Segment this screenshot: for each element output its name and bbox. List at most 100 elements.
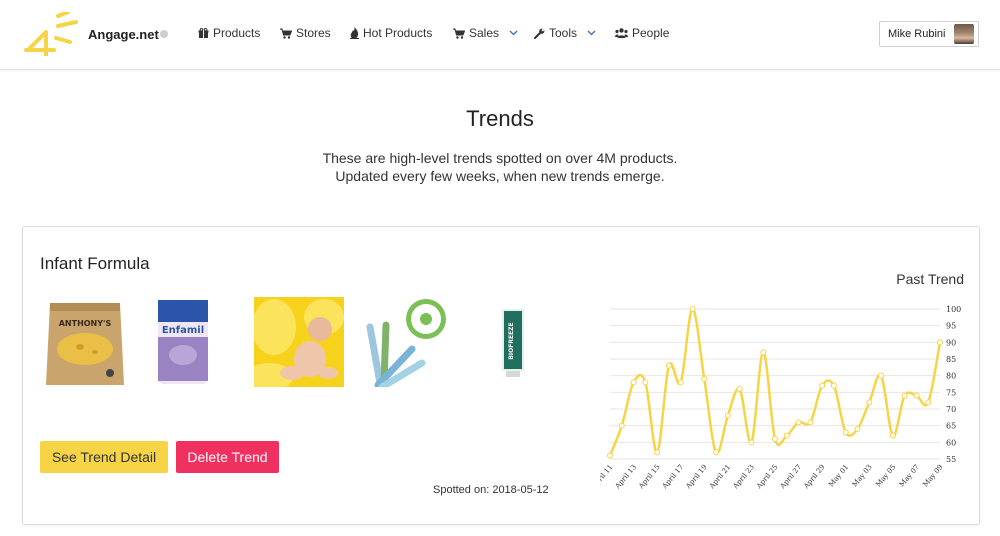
product-thumbnail[interactable]: ANTHONY'S: [40, 297, 130, 387]
chevron-down-icon: [509, 28, 518, 38]
chevron-down-icon: [587, 28, 596, 38]
product-thumbnail[interactable]: [254, 297, 344, 387]
y-tick-label: 95: [946, 322, 956, 331]
y-tick-label: 55: [946, 455, 956, 464]
user-name: Mike Rubini: [888, 28, 946, 40]
nav-stores[interactable]: Stores: [280, 26, 331, 40]
x-tick-label: April 23: [731, 463, 756, 491]
nav-people-label: People: [632, 26, 670, 40]
x-tick-label: April 13: [613, 463, 638, 491]
x-tick-label: April 15: [637, 463, 662, 491]
x-tick-label: April 25: [754, 463, 779, 491]
nav-products[interactable]: Products: [198, 26, 260, 40]
nav-sales[interactable]: Sales: [453, 26, 518, 40]
subtitle-line-2: Updated every few weeks, when new trends…: [335, 168, 665, 184]
product-image: ANTHONY'S: [46, 303, 124, 385]
data-point: [618, 422, 625, 429]
nav-hot-products-label: Hot Products: [363, 26, 433, 40]
trend-card: Infant Formula ANTHONY'S Enfamil BIOFREE…: [22, 226, 980, 525]
avatar: [954, 24, 974, 44]
data-point: [925, 399, 932, 406]
y-tick-label: 70: [946, 405, 956, 414]
data-point: [689, 306, 696, 312]
flame-icon: [350, 27, 359, 39]
subtitle-line-1: These are high-level trends spotted on o…: [322, 150, 678, 166]
spotted-date: Spotted on: 2018-05-12: [433, 484, 549, 496]
data-point: [819, 382, 826, 389]
product-thumbnail[interactable]: [360, 297, 450, 387]
y-tick-label: 80: [946, 372, 956, 381]
series-line: [608, 307, 942, 457]
gift-icon: [198, 27, 209, 39]
nav-tools[interactable]: Tools: [534, 26, 596, 40]
data-point: [665, 362, 672, 369]
product-thumbnail[interactable]: Enfamil: [138, 297, 228, 387]
x-tick-label: April 19: [684, 463, 709, 491]
trend-chart: 556065707580859095100April 11 April 13 Apr…: [600, 305, 961, 491]
x-tick-label: May 09: [921, 463, 944, 488]
x-tick-label: May 01: [827, 463, 850, 488]
data-point: [654, 449, 661, 456]
data-point: [724, 412, 731, 419]
data-point: [854, 426, 861, 432]
data-point: [866, 399, 873, 406]
data-point: [607, 452, 613, 459]
y-tick-label: 85: [946, 355, 956, 364]
data-point: [760, 349, 767, 356]
y-tick-label: 100: [946, 305, 961, 314]
data-point: [795, 419, 802, 426]
data-point: [901, 392, 908, 399]
logo-icon[interactable]: [24, 12, 82, 56]
product-image: Enfamil: [158, 300, 208, 384]
baby-photo-icon: [254, 297, 344, 387]
see-trend-detail-button[interactable]: See Trend Detail: [40, 441, 168, 473]
data-point: [889, 432, 896, 439]
y-tick-label: 90: [946, 338, 956, 347]
product-label: Enfamil: [162, 325, 204, 336]
data-point: [783, 432, 790, 439]
product-label: BIOFREEZE: [508, 322, 515, 359]
nav-tools-label: Tools: [549, 26, 578, 40]
data-point: [630, 379, 637, 386]
status-dot: [160, 30, 168, 38]
cart-icon: [453, 28, 465, 39]
cart-icon: [280, 28, 292, 39]
nav-hot-products[interactable]: Hot Products: [350, 26, 432, 40]
y-tick-label: 60: [946, 438, 956, 447]
product-label: ANTHONY'S: [59, 319, 112, 328]
nav-stores-label: Stores: [296, 26, 331, 40]
page-subtitle: These are high-level trends spotted on o…: [0, 149, 1000, 185]
x-tick-label: April 11: [600, 463, 615, 491]
trend-name: Infant Formula: [40, 254, 150, 273]
page-title: Trends: [466, 106, 534, 131]
data-point: [937, 339, 943, 346]
data-point: [736, 386, 743, 392]
x-tick-label: April 27: [778, 463, 803, 491]
data-point: [830, 382, 837, 389]
data-point: [878, 372, 885, 379]
brand-name[interactable]: Angage.net: [88, 27, 159, 42]
nav-sales-label: Sales: [469, 26, 500, 40]
y-tick-label: 65: [946, 422, 956, 431]
x-tick-label: May 03: [851, 463, 874, 488]
data-point: [913, 392, 920, 399]
y-tick-label: 75: [946, 388, 956, 397]
nav-products-label: Products: [213, 26, 261, 40]
x-tick-label: May 05: [874, 463, 897, 488]
data-point: [713, 449, 720, 456]
data-point: [701, 376, 708, 382]
nav-people[interactable]: People: [615, 26, 669, 40]
product-thumbnail[interactable]: BIOFREEZE: [472, 297, 562, 387]
top-navbar: Angage.net Products Stores Hot Products …: [0, 0, 1000, 70]
x-tick-label: April 21: [707, 463, 732, 491]
product-image: BIOFREEZE: [502, 309, 524, 377]
data-point: [842, 429, 849, 436]
x-tick-label: May 07: [898, 463, 921, 488]
data-point: [748, 439, 755, 446]
past-trend-label: Past Trend: [896, 271, 964, 287]
data-point: [772, 436, 778, 442]
user-menu-button[interactable]: Mike Rubini: [879, 21, 979, 47]
delete-trend-button[interactable]: Delete Trend: [176, 441, 279, 473]
x-tick-label: April 17: [660, 463, 685, 491]
data-point: [807, 419, 814, 426]
